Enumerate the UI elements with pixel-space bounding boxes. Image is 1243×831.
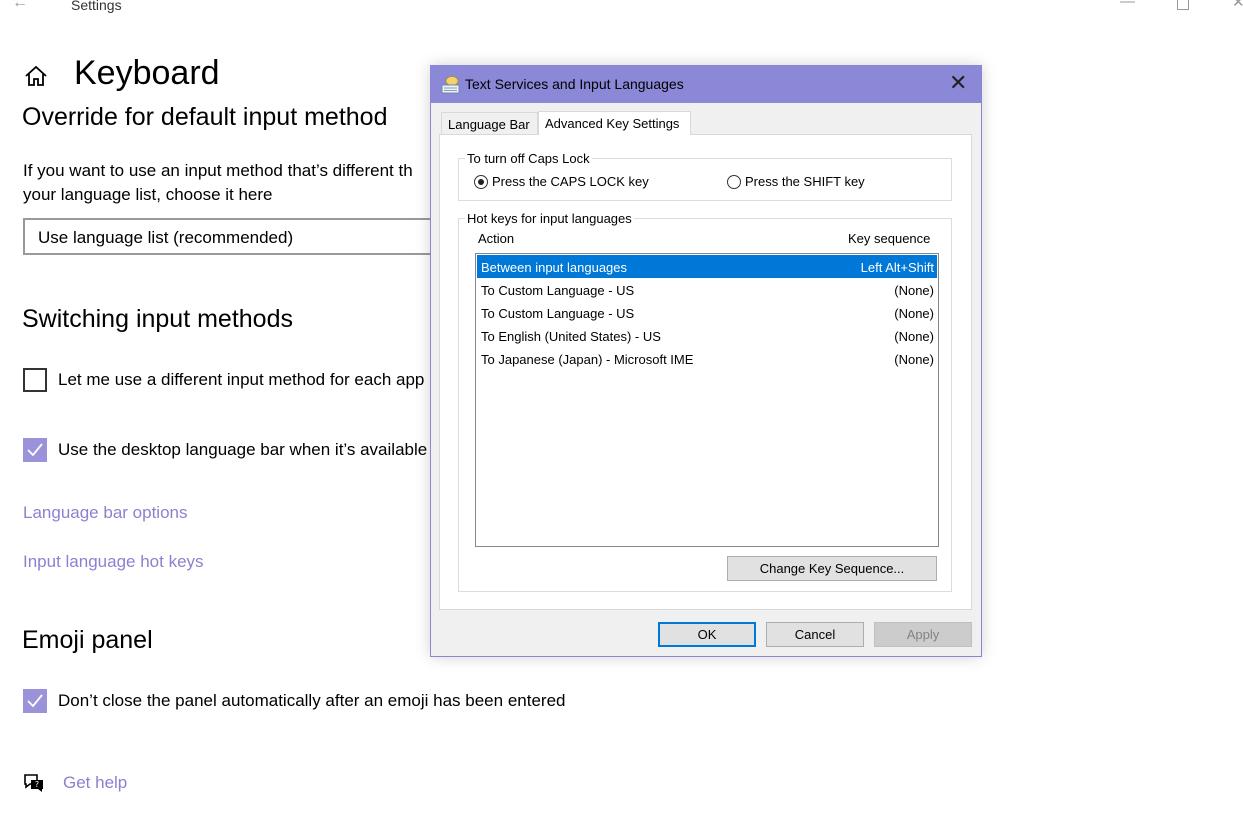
hotkey-sequence: Left Alt+Shift	[860, 260, 934, 275]
apply-button[interactable]: Apply	[874, 622, 972, 647]
change-key-sequence-button[interactable]: Change Key Sequence...	[727, 556, 937, 581]
desktop-language-bar-label[interactable]: Use the desktop language bar when it’s a…	[58, 440, 427, 460]
checkmark-icon	[27, 443, 43, 457]
tab-label: Advanced Key Settings	[545, 116, 680, 131]
override-description-line2: your language list, choose it here	[23, 185, 273, 204]
switching-heading: Switching input methods	[22, 305, 293, 333]
hotkeys-list[interactable]: Between input languages Left Alt+Shift T…	[475, 253, 939, 547]
tab-language-bar[interactable]: Language Bar	[441, 112, 538, 134]
list-item[interactable]: Between input languages Left Alt+Shift	[477, 255, 937, 278]
tab-panel: To turn off Caps Lock Press the CAPS LOC…	[439, 134, 972, 610]
home-icon[interactable]	[24, 64, 48, 88]
caps-lock-key-radio[interactable]	[474, 175, 488, 189]
shift-key-label[interactable]: Press the SHIFT key	[745, 174, 865, 189]
close-icon[interactable]: ✕	[1232, 0, 1243, 11]
hotkey-action: To Japanese (Japan) - Microsoft IME	[481, 352, 694, 367]
list-item[interactable]: To Custom Language - US (None)	[477, 278, 937, 301]
hotkey-sequence: (None)	[894, 306, 934, 321]
minimize-icon[interactable]: —	[1120, 0, 1135, 10]
title-bar: ← Settings — ✕	[0, 0, 1243, 14]
per-app-input-label[interactable]: Let me use a different input method for …	[58, 370, 424, 390]
list-item[interactable]: To Japanese (Japan) - Microsoft IME (Non…	[477, 347, 937, 370]
dialog-title-bar: Text Services and Input Languages ✕	[431, 66, 981, 103]
ok-button[interactable]: OK	[658, 622, 756, 647]
keyboard-icon	[441, 76, 460, 94]
checkmark-icon	[27, 694, 43, 708]
page-title: Keyboard	[74, 54, 220, 92]
text-services-dialog: Text Services and Input Languages ✕ Lang…	[430, 65, 982, 657]
desktop-language-bar-checkbox[interactable]	[23, 438, 47, 462]
caps-lock-group: To turn off Caps Lock Press the CAPS LOC…	[458, 151, 952, 201]
per-app-input-checkbox[interactable]	[23, 368, 47, 392]
column-header-action[interactable]: Action	[478, 231, 514, 246]
hotkey-action: To English (United States) - US	[481, 329, 661, 344]
help-chat-icon: ?	[24, 774, 43, 792]
column-header-key-sequence[interactable]: Key sequence	[848, 231, 930, 246]
dropdown-value: Use language list (recommended)	[38, 228, 294, 247]
cancel-button[interactable]: Cancel	[766, 622, 864, 647]
svg-text:?: ?	[35, 780, 39, 789]
tab-label: Language Bar	[448, 117, 530, 132]
override-heading: Override for default input method	[22, 103, 388, 131]
maximize-icon[interactable]	[1177, 0, 1189, 10]
emoji-panel-checkbox[interactable]	[23, 689, 47, 713]
hotkey-sequence: (None)	[894, 329, 934, 344]
hotkeys-group-label: Hot keys for input languages	[465, 211, 634, 226]
hotkey-action: Between input languages	[481, 260, 628, 275]
emoji-heading: Emoji panel	[22, 626, 153, 654]
input-language-hot-keys-link[interactable]: Input language hot keys	[23, 552, 204, 572]
dialog-title: Text Services and Input Languages	[465, 76, 684, 92]
shift-key-radio[interactable]	[727, 175, 741, 189]
tab-advanced-key-settings[interactable]: Advanced Key Settings	[538, 111, 691, 135]
app-title: Settings	[71, 0, 122, 13]
caps-lock-group-label: To turn off Caps Lock	[465, 151, 592, 166]
override-description-line1: If you want to use an input method that’…	[23, 161, 413, 180]
emoji-panel-label[interactable]: Don’t close the panel automatically afte…	[58, 691, 565, 711]
language-bar-options-link[interactable]: Language bar options	[23, 503, 187, 523]
list-item[interactable]: To English (United States) - US (None)	[477, 324, 937, 347]
get-help-link[interactable]: Get help	[63, 773, 127, 793]
hotkey-sequence: (None)	[894, 283, 934, 298]
hotkey-action: To Custom Language - US	[481, 283, 635, 298]
caps-lock-key-label[interactable]: Press the CAPS LOCK key	[492, 174, 649, 189]
hotkey-sequence: (None)	[894, 352, 934, 367]
list-item[interactable]: To Custom Language - US (None)	[477, 301, 937, 324]
input-method-dropdown[interactable]: Use language list (recommended)	[23, 218, 443, 255]
back-arrow-icon[interactable]: ←	[12, 0, 28, 12]
dialog-close-icon[interactable]: ✕	[949, 72, 967, 94]
hotkey-action: To Custom Language - US	[481, 306, 635, 321]
